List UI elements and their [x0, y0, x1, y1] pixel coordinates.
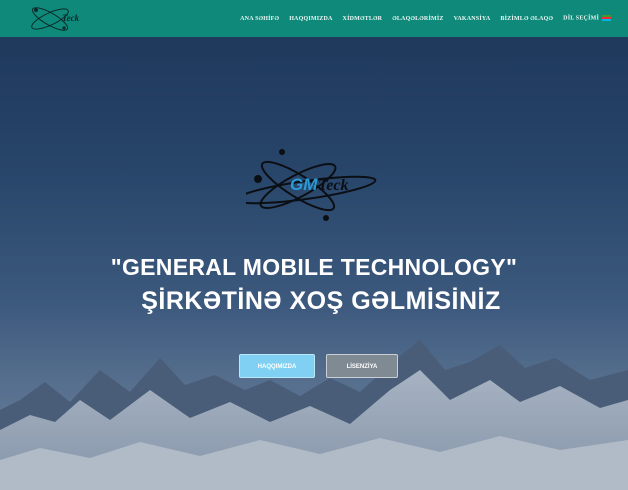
license-button[interactable]: LİSENZİYA	[326, 354, 398, 378]
nav-link-services[interactable]: XİDMƏTLƏR	[338, 16, 388, 22]
hero-section	[0, 0, 628, 490]
nav-language-select[interactable]: DİL SEÇİMİ	[558, 15, 616, 22]
azerbaijan-flag-icon	[602, 15, 611, 22]
nav-link-home[interactable]: ANA SƏHİFƏ	[235, 16, 284, 22]
hero-title-company: "GENERAL MOBILE TECHNOLOGY"	[110, 254, 518, 280]
nav-language-label: DİL SEÇİMİ	[563, 15, 599, 22]
nav-link-vacancy[interactable]: VAKANSİYA	[449, 16, 496, 22]
nav-link-contact-us[interactable]: BİZİMLƏ ƏLAQƏ	[495, 16, 558, 22]
nav-links: ANA SƏHİFƏ HAQQIMIZDA XİDMƏTLƏR ƏLAQƏLƏR…	[235, 0, 616, 37]
logo-text-gm: GM	[290, 175, 318, 194]
nav-logo-text: Teck	[62, 13, 80, 23]
hero-overlay	[0, 0, 628, 490]
logo-text-teck: Teck	[318, 177, 349, 194]
nav-link-about[interactable]: HAQQIMIZDA	[284, 16, 337, 22]
nav-logo[interactable]: Teck	[28, 2, 84, 34]
top-navbar: Teck ANA SƏHİFƏ HAQQIMIZDA XİDMƏTLƏR ƏLA…	[0, 0, 628, 37]
company-logo: GM Teck	[246, 149, 377, 221]
about-button[interactable]: HAQQIMIZDA	[239, 354, 315, 378]
nav-link-contacts[interactable]: ƏLAQƏLƏRİMİZ	[387, 16, 448, 22]
hero-title-welcome: ŞİRKƏTİNƏ XOŞ GƏLMİSİNİZ	[141, 287, 501, 315]
